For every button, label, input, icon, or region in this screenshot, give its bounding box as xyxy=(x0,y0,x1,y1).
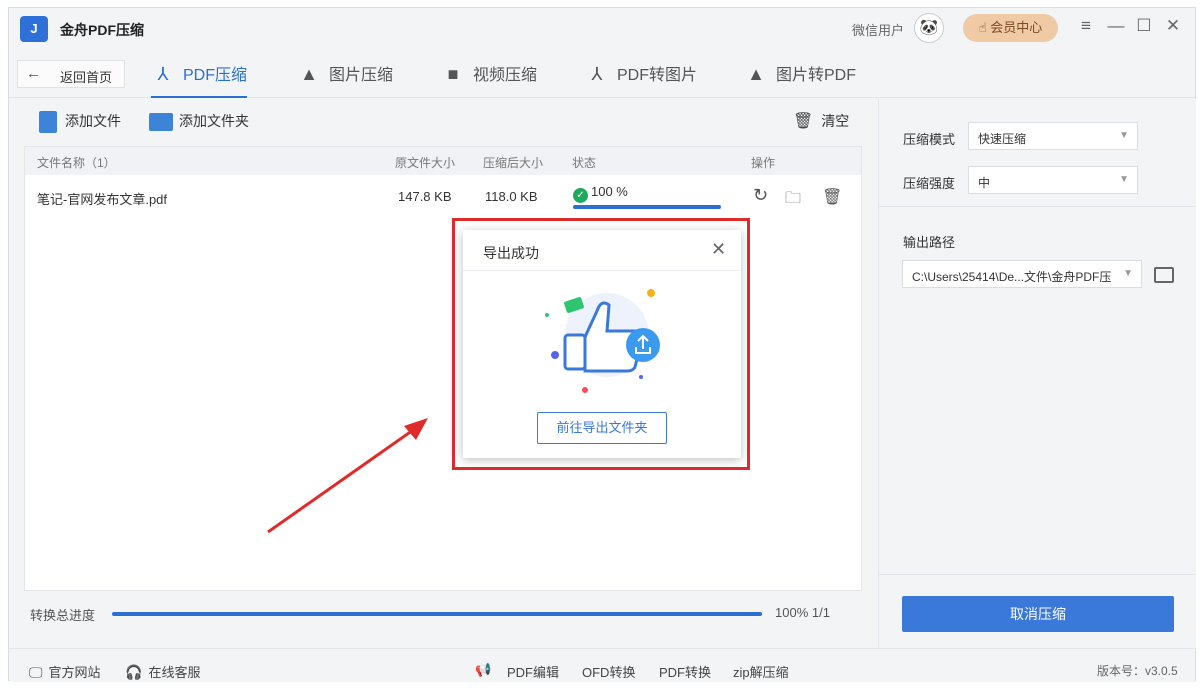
chevron-down-icon: ▼ xyxy=(1119,174,1129,185)
thumbs-up-illustration xyxy=(545,289,660,393)
back-home-button[interactable]: ← 返回首页 xyxy=(17,60,125,88)
browse-folder-icon[interactable] xyxy=(1154,267,1174,283)
close-icon[interactable]: ✕ xyxy=(711,239,726,260)
output-path-value: C:\Users\25414\De...文件\金舟PDF压 xyxy=(912,270,1112,284)
app-title: 金舟PDF压缩 xyxy=(60,22,144,38)
app-logo-icon: J xyxy=(20,16,48,42)
tab-pdf-compress[interactable]: ⅄ PDF压缩 xyxy=(151,61,248,98)
column-header-compressed-size: 压缩后大小 xyxy=(483,156,544,170)
strength-select[interactable]: 中 ▼ xyxy=(968,166,1138,194)
online-support-label: 在线客服 xyxy=(148,665,201,680)
pdf-compress-icon: ⅄ xyxy=(157,64,169,84)
dialog-title: 导出成功 xyxy=(483,245,539,261)
divider xyxy=(463,270,741,271)
total-progress-value: 100% 1/1 xyxy=(775,605,830,620)
table-header: 文件名称（1） 原文件大小 压缩后大小 状态 操作 xyxy=(25,147,861,175)
footer: 🖵 官方网站 🎧 在线客服 📢 PDF编辑 OFD转换 PDF转换 zip解压缩 版… xyxy=(9,648,1195,682)
megaphone-icon: 📢 xyxy=(475,662,492,677)
column-header-status: 状态 xyxy=(572,156,597,170)
monitor-icon: 🖵 xyxy=(29,664,43,680)
thumbs-up-icon: ☝ xyxy=(978,20,991,35)
maximize-icon[interactable]: ☐ xyxy=(1133,16,1155,36)
strength-label: 压缩强度 xyxy=(903,176,956,191)
divider xyxy=(879,206,1196,207)
table-row[interactable]: 笔记-官网发布文章.pdf 147.8 KB 118.0 KB ✓ 100 % ↻… xyxy=(25,175,861,217)
back-arrow-icon: ← xyxy=(26,65,41,82)
column-header-actions: 操作 xyxy=(751,156,776,170)
add-folder-label: 添加文件夹 xyxy=(179,113,249,129)
tab-label: 视频压缩 xyxy=(473,67,538,84)
title-bar: J 金舟PDF压缩 微信用户 🐼 ☝ 会员中心 ≡ — ☐ ✕ xyxy=(9,8,1195,48)
avatar[interactable]: 🐼 xyxy=(914,13,944,43)
tab-label: 图片转PDF xyxy=(776,67,857,84)
tab-pdf-to-image[interactable]: ⅄ PDF转图片 xyxy=(585,61,698,98)
official-website-label: 官方网站 xyxy=(48,665,101,680)
total-progress-bar xyxy=(112,612,762,616)
chevron-down-icon: ▼ xyxy=(1119,130,1129,141)
tab-label: PDF转图片 xyxy=(617,67,698,84)
total-progress-fill xyxy=(112,612,762,616)
mode-select[interactable]: 快速压缩 ▼ xyxy=(968,122,1138,150)
vip-center-button[interactable]: ☝ 会员中心 xyxy=(963,14,1058,42)
video-compress-icon: ■ xyxy=(447,64,459,84)
headset-icon: 🎧 xyxy=(125,664,143,680)
tab-image-compress[interactable]: ▲ 图片压缩 xyxy=(297,61,393,98)
image-compress-icon: ▲ xyxy=(300,64,318,84)
footer-link-pdf-edit[interactable]: PDF编辑 xyxy=(507,662,559,681)
file-progress-bar xyxy=(573,205,721,209)
file-name: 笔记-官网发布文章.pdf xyxy=(37,192,168,207)
total-progress-label: 转换总进度 xyxy=(30,608,96,623)
add-file-label: 添加文件 xyxy=(65,113,121,129)
chevron-down-icon: ▼ xyxy=(1123,268,1133,279)
output-label: 输出路径 xyxy=(903,235,956,250)
tab-image-to-pdf[interactable]: ▲ 图片转PDF xyxy=(744,61,856,98)
user-name[interactable]: 微信用户 xyxy=(852,20,904,39)
column-header-original-size: 原文件大小 xyxy=(395,156,456,170)
compressed-size: 118.0 KB xyxy=(485,189,538,204)
refresh-icon[interactable]: ↻ xyxy=(753,185,768,206)
settings-panel: 压缩模式 快速压缩 ▼ 压缩强度 中 ▼ 输出路径 C:\Users\25414… xyxy=(878,99,1196,648)
tab-video-compress[interactable]: ■ 视频压缩 xyxy=(441,61,537,98)
export-success-dialog: 导出成功 ✕ 前往导出文件夹 xyxy=(463,230,741,458)
menu-icon[interactable]: ≡ xyxy=(1075,16,1097,36)
clear-button[interactable]: 🗑 清空 xyxy=(793,111,849,131)
strength-value: 中 xyxy=(978,176,991,190)
add-folder-button[interactable]: 添加文件夹 xyxy=(149,111,249,132)
status-text: 100 % xyxy=(591,184,628,199)
mode-value: 快速压缩 xyxy=(978,132,1027,146)
add-file-icon xyxy=(39,111,57,134)
status-badge: ✓ 100 % xyxy=(573,184,628,203)
open-folder-icon[interactable]: 🗀 xyxy=(785,187,801,214)
column-header-name: 文件名称（1） xyxy=(37,156,116,170)
tab-label: 图片压缩 xyxy=(329,67,394,84)
add-folder-icon xyxy=(149,113,173,132)
add-file-button[interactable]: 添加文件 xyxy=(39,111,121,134)
mode-label: 压缩模式 xyxy=(903,132,956,147)
version-label: 版本号：v3.0.5 xyxy=(1097,664,1178,678)
nav-bar: ← 返回首页 ⅄ PDF压缩 ▲ 图片压缩 ■ 视频压缩 ⅄ PDF转图片 ▲ 图片转PD… xyxy=(9,48,1195,98)
close-icon[interactable]: ✕ xyxy=(1162,16,1184,36)
output-path-select[interactable]: C:\Users\25414\De...文件\金舟PDF压 ▼ xyxy=(902,260,1142,288)
online-support-link[interactable]: 🎧 在线客服 xyxy=(125,662,200,681)
footer-link-zip[interactable]: zip解压缩 xyxy=(733,662,789,681)
check-icon: ✓ xyxy=(573,188,588,203)
cancel-compress-button[interactable]: 取消压缩 xyxy=(902,596,1174,632)
footer-link-ofd[interactable]: OFD转换 xyxy=(582,662,635,681)
footer-link-pdf-convert[interactable]: PDF转换 xyxy=(659,662,711,681)
open-export-folder-button[interactable]: 前往导出文件夹 xyxy=(537,412,667,444)
vip-center-label: 会员中心 xyxy=(990,20,1043,35)
minimize-icon[interactable]: — xyxy=(1105,16,1127,36)
official-website-link[interactable]: 🖵 官方网站 xyxy=(29,662,101,681)
back-home-label: 返回首页 xyxy=(60,70,113,85)
pdf-to-image-icon: ⅄ xyxy=(591,64,603,84)
trash-icon: 🗑 xyxy=(793,113,814,130)
delete-icon[interactable]: 🗑 xyxy=(822,187,842,207)
image-to-pdf-icon: ▲ xyxy=(747,64,765,84)
original-size: 147.8 KB xyxy=(398,189,452,204)
divider xyxy=(879,574,1196,575)
tab-label: PDF压缩 xyxy=(183,67,248,84)
clear-label: 清空 xyxy=(821,113,850,129)
